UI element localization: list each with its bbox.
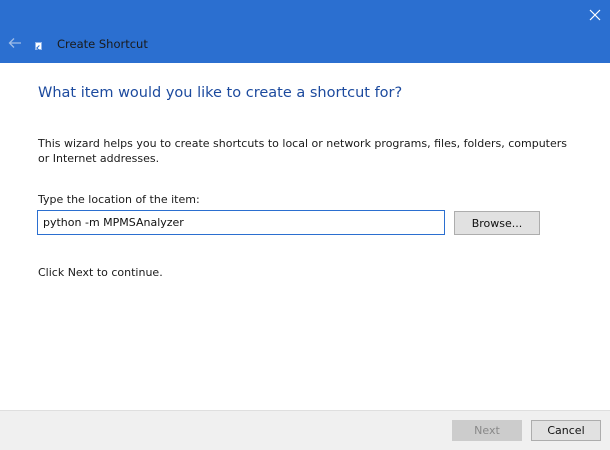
location-input[interactable]: [37, 210, 445, 235]
cancel-button[interactable]: Cancel: [531, 420, 601, 441]
browse-button[interactable]: Browse...: [454, 211, 540, 235]
next-button[interactable]: Next: [452, 420, 522, 441]
back-button[interactable]: [6, 35, 24, 51]
wizard-heading: What item would you like to create a sho…: [38, 85, 403, 101]
continue-hint: Click Next to continue.: [38, 266, 163, 279]
shortcut-icon: [35, 42, 42, 50]
close-button[interactable]: [585, 5, 605, 25]
wizard-intro: This wizard helps you to create shortcut…: [38, 137, 568, 165]
back-arrow-icon: [8, 38, 21, 48]
close-icon: [589, 9, 601, 21]
location-label: Type the location of the item:: [38, 193, 200, 206]
window-title: Create Shortcut: [57, 37, 148, 51]
title-bar: [0, 0, 610, 63]
